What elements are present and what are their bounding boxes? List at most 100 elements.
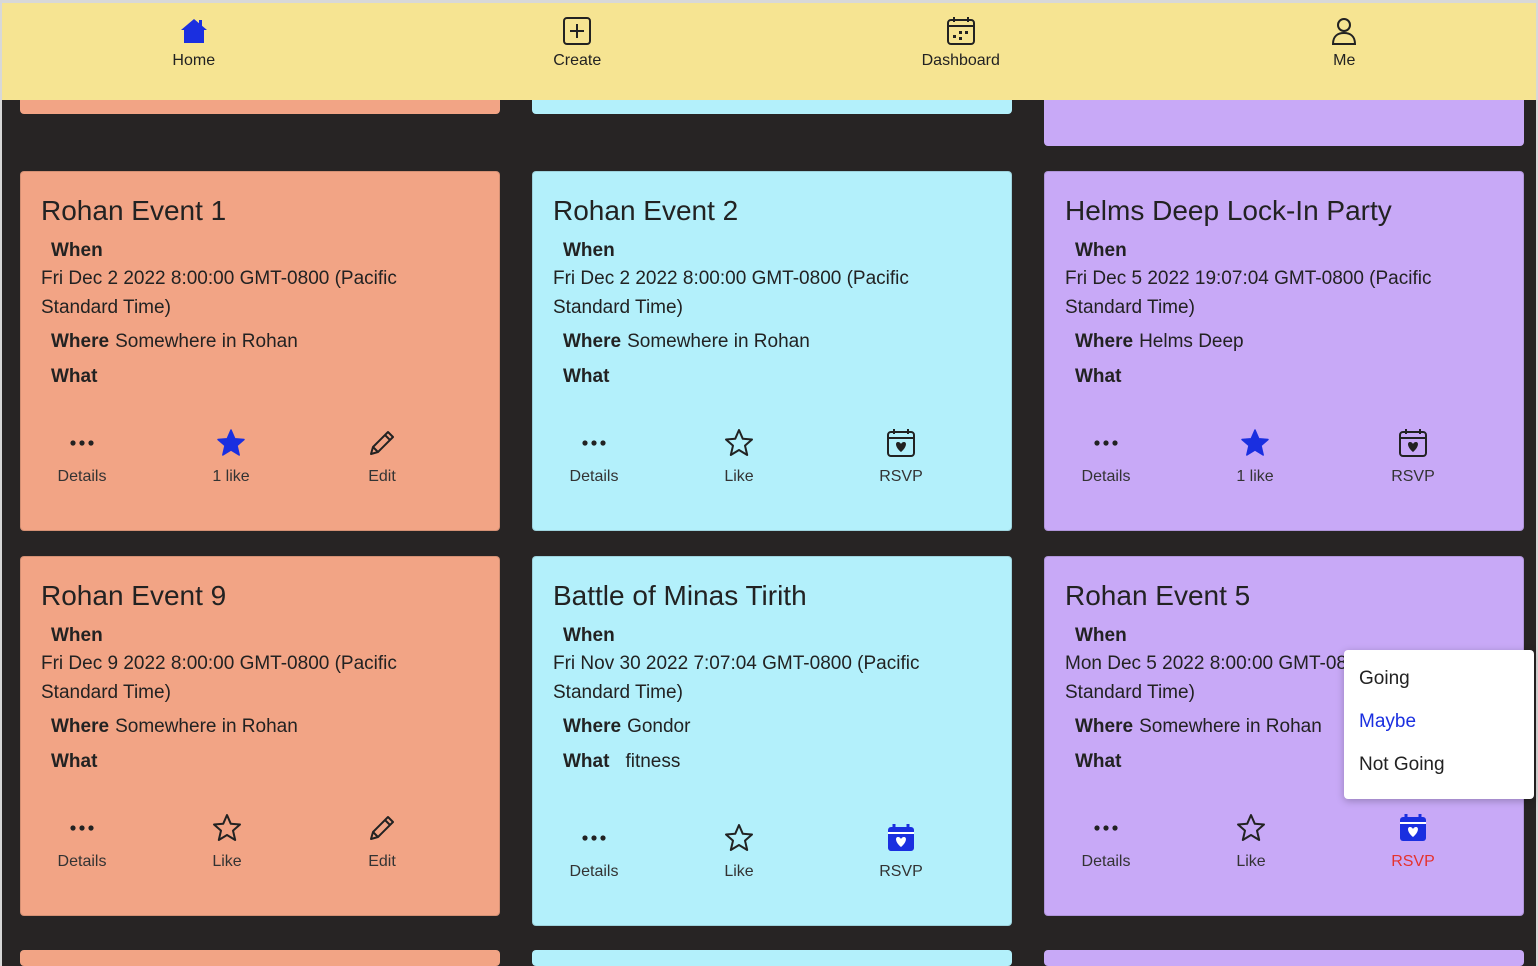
details-button[interactable]: Details [22,427,142,486]
when-label: When [1075,240,1127,261]
more-dots-icon [66,427,98,464]
card-actions: Details 1 like RSVP [1045,427,1523,487]
nav-me-label: Me [1333,52,1356,69]
rsvp-option-going[interactable]: Going [1344,658,1534,701]
what-label: What [51,751,98,772]
partial-card-bottom-1 [20,950,500,966]
top-navigation: Home Create Dashboard Me [2,0,1536,100]
what-label: What [563,366,610,387]
more-dots-icon [66,812,98,849]
nav-home[interactable]: Home [2,3,386,100]
rsvp-dropdown-menu: Going Maybe Not Going [1344,650,1534,799]
event-title: Rohan Event 1 [41,195,227,226]
edit-button[interactable]: Edit [322,427,442,486]
what-label: What [1075,366,1122,387]
calendar-heart-icon [1397,427,1429,464]
star-icon [723,822,755,859]
when-label: When [51,240,103,261]
calendar-heart-icon [885,427,917,464]
details-button-label: Details [57,468,107,485]
event-title: Helms Deep Lock-In Party [1065,195,1392,226]
nav-me[interactable]: Me [1153,3,1537,100]
edit-button[interactable]: Edit [322,812,442,871]
details-button-label: Details [1081,853,1131,870]
star-icon [211,812,243,849]
event-when: Fri Nov 30 2022 7:07:04 GMT-0800 (Pacifi… [553,653,920,703]
rsvp-button[interactable]: RSVP [1353,427,1473,486]
nav-home-label: Home [172,52,216,69]
where-label: Where [563,331,622,352]
details-button-label: Details [569,468,619,485]
event-where: Somewhere in Rohan [115,716,298,737]
what-label: What [1075,751,1122,772]
star-filled-icon [215,427,247,464]
like-button-label: 1 like [1236,468,1274,485]
when-label: When [51,625,103,646]
like-button[interactable]: Like [167,812,287,871]
nav-dashboard[interactable]: Dashboard [769,3,1153,100]
nav-create-label: Create [553,52,602,69]
where-label: Where [563,716,622,737]
details-button[interactable]: Details [22,812,142,871]
where-label: Where [1075,331,1134,352]
event-card: Helms Deep Lock-In Party When Fri Dec 5 … [1044,171,1524,531]
event-title: Battle of Minas Tirith [553,580,807,611]
nav-create[interactable]: Create [386,3,770,100]
like-button[interactable]: Like [1191,812,1311,871]
details-button-label: Details [57,853,107,870]
card-actions: Details Like Edit [21,812,499,872]
event-where: Somewhere in Rohan [1139,716,1322,737]
event-when: Fri Dec 2 2022 8:00:00 GMT-0800 (Pacific… [41,268,397,318]
where-label: Where [1075,716,1134,737]
event-title: Rohan Event 2 [553,195,739,226]
when-label: When [1075,625,1127,646]
rsvp-button-label: RSVP [1391,853,1435,870]
star-icon [1235,812,1267,849]
rsvp-option-not-going[interactable]: Not Going [1344,744,1534,787]
like-button-label: Like [1236,853,1266,870]
details-button[interactable]: Details [1046,812,1166,871]
like-button-label: Like [724,863,754,880]
more-dots-icon [1090,427,1122,464]
rsvp-button[interactable]: RSVP [1353,812,1473,871]
card-actions: Details Like RSVP [1045,812,1523,872]
event-where: Somewhere in Rohan [115,331,298,352]
details-button-label: Details [1081,468,1131,485]
event-card: Rohan Event 9 When Fri Dec 9 2022 8:00:0… [20,556,500,916]
event-title: Rohan Event 5 [1065,580,1251,611]
rsvp-option-maybe[interactable]: Maybe [1344,701,1534,744]
star-icon [723,427,755,464]
edit-button-label: Edit [368,853,396,870]
where-label: Where [51,331,110,352]
partial-card-bottom-2 [532,950,1012,966]
rsvp-button-label: RSVP [879,863,923,880]
calendar-heart-filled-icon [885,822,917,859]
rsvp-button[interactable]: RSVP [841,427,961,486]
details-button[interactable]: Details [534,427,654,486]
rsvp-button[interactable]: RSVP [841,822,961,881]
where-label: Where [51,716,110,737]
user-icon [1332,18,1357,45]
like-button[interactable]: 1 like [1195,427,1315,486]
event-when: Fri Dec 2 2022 8:00:00 GMT-0800 (Pacific… [553,268,909,318]
like-button[interactable]: 1 like [171,427,291,486]
details-button-label: Details [569,863,619,880]
what-label: What [51,366,98,387]
home-icon [180,19,207,43]
edit-button-label: Edit [368,468,396,485]
event-where: Helms Deep [1139,331,1244,352]
details-button[interactable]: Details [1046,427,1166,486]
card-actions: Details 1 like Edit [21,427,499,487]
event-card: Rohan Event 1 When Fri Dec 2 2022 8:00:0… [20,171,500,531]
like-button[interactable]: Like [679,822,799,881]
card-actions: Details Like RSVP [533,427,1011,487]
event-where: Somewhere in Rohan [627,331,810,352]
like-button-label: 1 like [212,468,250,485]
like-button[interactable]: Like [679,427,799,486]
rsvp-button-label: RSVP [1391,468,1435,485]
when-label: When [563,625,615,646]
partial-card-bottom-3 [1044,950,1524,966]
card-actions: Details Like RSVP [533,822,1011,882]
details-button[interactable]: Details [534,822,654,881]
what-label: What [563,751,610,772]
